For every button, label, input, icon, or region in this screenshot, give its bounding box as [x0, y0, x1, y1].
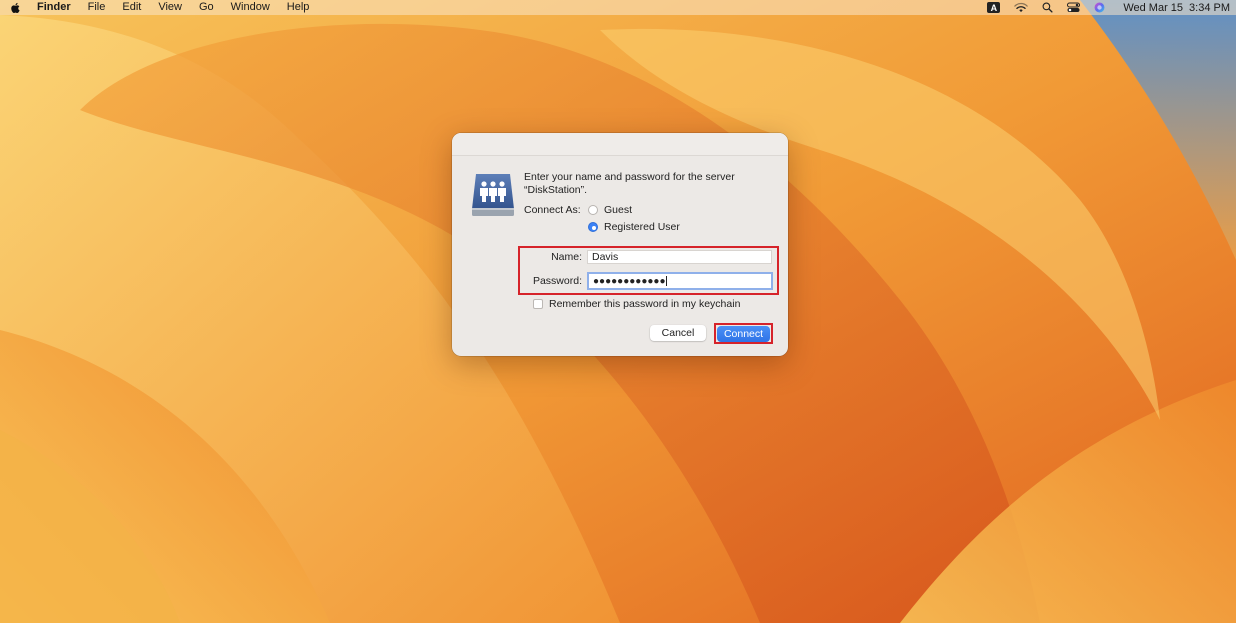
spotlight-search-icon[interactable]	[1042, 2, 1053, 13]
password-field[interactable]: ●●●●●●●●●●●●	[587, 272, 773, 290]
radio-registered-user-label: Registered User	[604, 221, 680, 233]
menu-bar-clock[interactable]: Wed Mar 15 3:34 PM	[1123, 2, 1230, 14]
wifi-icon[interactable]	[1014, 2, 1029, 13]
connect-button[interactable]: Connect	[717, 326, 770, 342]
menu-go[interactable]: Go	[199, 0, 214, 15]
radio-registered-user[interactable]: Registered User	[588, 221, 680, 233]
password-value: ●●●●●●●●●●●●	[593, 276, 666, 287]
connect-as-label: Connect As:	[524, 204, 581, 216]
name-field[interactable]: Davis	[587, 250, 772, 264]
menu-file[interactable]: File	[88, 0, 106, 15]
menu-help[interactable]: Help	[287, 0, 310, 15]
password-label: Password:	[532, 275, 582, 287]
dialog-prompt: Enter your name and password for the ser…	[524, 171, 735, 196]
siri-icon[interactable]	[1094, 2, 1105, 13]
menu-window[interactable]: Window	[231, 0, 270, 15]
radio-guest-label: Guest	[604, 204, 633, 216]
name-label: Name:	[551, 251, 582, 263]
apple-icon[interactable]	[10, 2, 22, 14]
menu-bar: Finder File Edit View Go Window Help A W…	[0, 0, 1236, 15]
text-caret	[666, 276, 668, 287]
shared-server-icon	[472, 174, 514, 216]
remember-password-label: Remember this password in my keychain	[549, 298, 741, 310]
radio-guest-control[interactable]	[588, 205, 598, 215]
menu-view[interactable]: View	[158, 0, 182, 15]
server-login-dialog: Enter your name and password for the ser…	[452, 133, 788, 356]
menu-finder[interactable]: Finder	[37, 0, 71, 15]
menu-edit[interactable]: Edit	[122, 0, 141, 15]
remember-password-checkbox[interactable]	[533, 299, 543, 309]
cancel-button[interactable]: Cancel	[650, 325, 706, 341]
radio-registered-user-control[interactable]	[588, 222, 598, 232]
dialog-titlebar[interactable]	[452, 133, 788, 156]
remember-password-row[interactable]: Remember this password in my keychain	[533, 298, 740, 310]
input-source-icon[interactable]: A	[987, 2, 1001, 13]
radio-guest[interactable]: Guest	[588, 204, 632, 216]
control-center-icon[interactable]	[1067, 2, 1081, 13]
